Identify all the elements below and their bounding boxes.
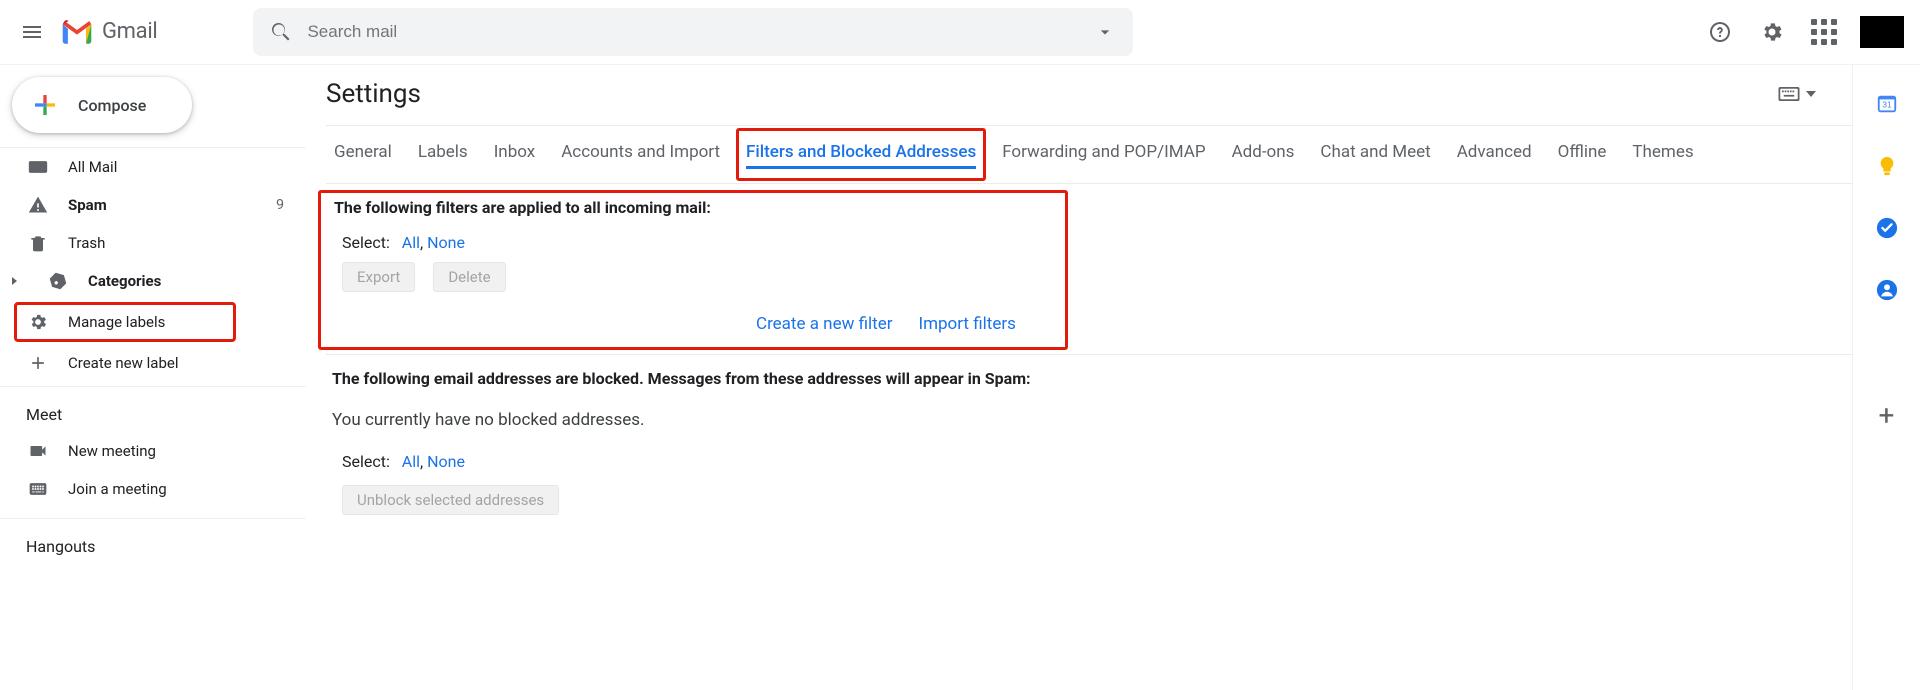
nav-label: Manage labels xyxy=(68,313,165,331)
settings-tabs: General Labels Inbox Accounts and Import Fil… xyxy=(326,126,1852,183)
keyboard-icon xyxy=(28,479,48,499)
blocked-section-header: The following email addresses are blocke… xyxy=(326,354,1852,388)
sidebar-item-create-new-label[interactable]: Create new label xyxy=(0,344,306,382)
nav-label: New meeting xyxy=(68,442,156,460)
input-tools-button[interactable] xyxy=(1778,87,1816,101)
apps-grid-icon xyxy=(1811,19,1837,45)
search-input[interactable] xyxy=(307,22,1087,42)
sidebar-item-spam[interactable]: Spam 9 xyxy=(0,186,306,224)
tasks-icon[interactable] xyxy=(1876,217,1898,239)
camera-icon xyxy=(28,441,48,461)
sidebar-item-all-mail[interactable]: All Mail xyxy=(0,148,306,186)
tab-offline[interactable]: Offline xyxy=(1558,140,1607,169)
caret-right-icon xyxy=(10,276,20,286)
contacts-icon[interactable] xyxy=(1876,279,1898,301)
export-button: Export xyxy=(342,262,415,292)
filters-select-row: Select: All, None xyxy=(326,223,1852,258)
filters-section-header: The following filters are applied to all… xyxy=(326,183,1852,217)
app-name: Gmail xyxy=(102,19,157,44)
side-panel: 31 + xyxy=(1852,65,1920,690)
nav-label: Trash xyxy=(68,234,105,252)
blocked-empty-text: You currently have no blocked addresses. xyxy=(326,388,1852,430)
help-icon xyxy=(1708,20,1732,44)
header: Gmail xyxy=(0,0,1920,64)
settings-button[interactable] xyxy=(1752,12,1792,52)
tab-labels[interactable]: Labels xyxy=(418,140,468,169)
tab-general[interactable]: General xyxy=(334,140,392,169)
plus-icon xyxy=(28,353,48,373)
select-all-link[interactable]: All xyxy=(402,233,420,252)
create-filter-link[interactable]: Create a new filter xyxy=(756,314,892,334)
select-none-link[interactable]: None xyxy=(427,452,465,471)
delete-button: Delete xyxy=(433,262,505,292)
tab-inbox[interactable]: Inbox xyxy=(494,140,536,169)
header-actions xyxy=(1700,12,1904,52)
search-icon xyxy=(269,20,293,44)
calendar-icon[interactable]: 31 xyxy=(1876,93,1898,115)
tab-chat-and-meet[interactable]: Chat and Meet xyxy=(1320,140,1430,169)
tab-themes[interactable]: Themes xyxy=(1632,140,1693,169)
nav-count: 9 xyxy=(276,197,284,213)
search-options-icon[interactable] xyxy=(1095,22,1115,42)
hangouts-section-title: Hangouts xyxy=(0,519,306,564)
trash-icon xyxy=(28,233,48,253)
nav-label: Spam xyxy=(68,196,107,214)
gear-icon xyxy=(1760,20,1784,44)
page-title: Settings xyxy=(326,79,421,109)
new-meeting-button[interactable]: New meeting xyxy=(0,432,306,470)
account-avatar[interactable] xyxy=(1860,16,1904,48)
nav-label: All Mail xyxy=(68,158,117,176)
blocked-select-row: Select: All, None xyxy=(326,430,1852,477)
select-none-link[interactable]: None xyxy=(427,233,465,252)
get-addons-button[interactable]: + xyxy=(1879,399,1895,432)
keep-icon[interactable] xyxy=(1876,155,1898,177)
gmail-logo[interactable]: Gmail xyxy=(60,19,157,45)
spam-icon xyxy=(28,195,48,215)
import-filters-link[interactable]: Import filters xyxy=(918,314,1015,334)
compose-plus-icon xyxy=(30,90,60,120)
join-meeting-button[interactable]: Join a meeting xyxy=(0,470,306,508)
google-apps-button[interactable] xyxy=(1804,12,1844,52)
sidebar-item-manage-labels[interactable]: Manage labels xyxy=(14,302,236,342)
unblock-button: Unblock selected addresses xyxy=(342,485,559,515)
select-label: Select: xyxy=(342,452,390,471)
nav-label: Categories xyxy=(88,272,161,290)
select-all-link[interactable]: All xyxy=(402,452,420,471)
cat-icon xyxy=(48,271,68,291)
compose-label: Compose xyxy=(78,96,146,115)
meet-section-title: Meet xyxy=(0,387,306,432)
main-menu-button[interactable] xyxy=(8,8,56,56)
settings-main: Settings General Labels Inbox Accounts and … xyxy=(306,65,1852,690)
sidebar: Compose All Mail Spam 9 Trash Categories Mana… xyxy=(0,65,306,690)
gear-icon xyxy=(28,312,48,332)
allmail-icon xyxy=(28,157,48,177)
tab-forwarding-and-pop-imap[interactable]: Forwarding and POP/IMAP xyxy=(1002,140,1205,169)
svg-text:31: 31 xyxy=(1882,101,1892,110)
sidebar-item-categories[interactable]: Categories xyxy=(0,262,306,300)
tab-add-ons[interactable]: Add-ons xyxy=(1232,140,1295,169)
sidebar-item-trash[interactable]: Trash xyxy=(0,224,306,262)
tab-advanced[interactable]: Advanced xyxy=(1457,140,1532,169)
nav-label: Create new label xyxy=(68,354,178,372)
support-button[interactable] xyxy=(1700,12,1740,52)
nav-label: Join a meeting xyxy=(68,480,167,498)
gmail-logo-icon xyxy=(60,19,94,45)
tab-accounts-and-import[interactable]: Accounts and Import xyxy=(561,140,720,169)
compose-button[interactable]: Compose xyxy=(12,77,192,133)
select-label: Select: xyxy=(342,233,390,252)
search-bar[interactable] xyxy=(253,8,1133,56)
keyboard-small-icon xyxy=(1778,87,1800,101)
chevron-down-icon xyxy=(1806,91,1816,97)
tab-filters-and-blocked-addresses[interactable]: Filters and Blocked Addresses xyxy=(746,140,976,169)
hamburger-icon xyxy=(20,20,44,44)
